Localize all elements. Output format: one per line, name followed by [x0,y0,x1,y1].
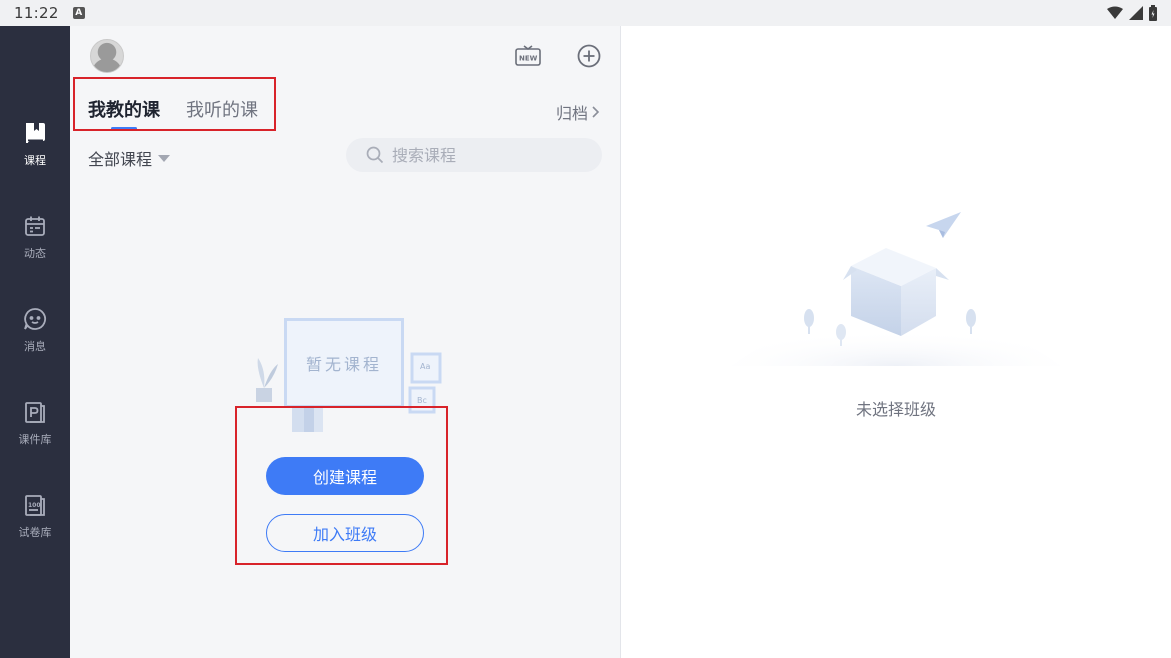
tab-teaching[interactable]: 我教的课 [88,96,160,130]
empty-courses-board: 暂无课程 [284,318,404,408]
svg-text:100: 100 [28,502,41,509]
no-class-art [731,212,1061,366]
rail-item-activity[interactable]: 动态 [0,213,70,283]
rail-item-label: 动态 [24,247,46,260]
rail-item-label: 课程 [24,154,46,167]
a-box-icon: A [72,7,85,19]
no-class-illustration [731,206,1061,366]
search-input[interactable] [392,145,582,165]
book-icon [22,120,48,146]
rail-item-courseware[interactable]: 课件库 [0,399,70,469]
caret-down-icon [158,154,171,162]
chevron-right-icon [592,106,600,118]
exam-icon: 100 [22,492,48,518]
tile-b-text: Bc [417,396,427,405]
archive-label: 归档 [555,104,588,123]
course-tabs: 我教的课 我听的课 [88,96,258,130]
courseware-icon [22,399,48,425]
status-bar: 11:22 A [0,0,1171,26]
status-icons [1107,5,1157,21]
calendar-icon [22,213,48,239]
rail-item-courses[interactable]: 课程 [0,120,70,190]
wifi-icon [1107,6,1123,19]
course-filter-dropdown[interactable]: 全部课程 [88,146,171,170]
search-icon [366,146,384,164]
tile-a-text: Aa [420,362,431,371]
empty-courses-illustration: 暂无课程 Aa Bc [196,306,496,446]
tab-attending[interactable]: 我听的课 [186,96,258,130]
status-time: 11:22 [14,4,59,22]
no-class-selected-text: 未选择班级 [855,400,936,419]
rail-item-exams[interactable]: 100 试卷库 [0,492,70,562]
rail-item-label: 课件库 [18,433,52,446]
battery-icon [1149,5,1157,21]
plus-circle-icon[interactable] [575,42,603,70]
rail-item-label: 消息 [24,340,46,353]
empty-courses-board-text: 暂无课程 [305,355,382,374]
signal-icon [1129,6,1143,20]
join-class-button[interactable]: 加入班级 [266,514,424,552]
main-nav-rail: 课程 动态 消息 课件库 100 试卷库 [0,26,70,658]
chat-icon [22,306,48,332]
course-list-panel: NEW 我教的课 我听的课 归档 全部课程 搜索课程 暂无课程 Aa Bc 创建… [70,26,620,658]
rail-item-label: 试卷库 [18,526,52,539]
new-badge-icon[interactable]: NEW [514,42,542,70]
create-course-button[interactable]: 创建课程 [266,457,424,495]
rail-item-messages[interactable]: 消息 [0,306,70,376]
archive-link[interactable]: 归档 [556,100,600,124]
class-detail-panel: 未选择班级 [621,26,1171,658]
filter-label: 全部课程 [88,150,153,169]
avatar[interactable] [90,39,124,73]
svg-text:NEW: NEW [519,55,538,63]
search-box[interactable] [346,138,602,172]
